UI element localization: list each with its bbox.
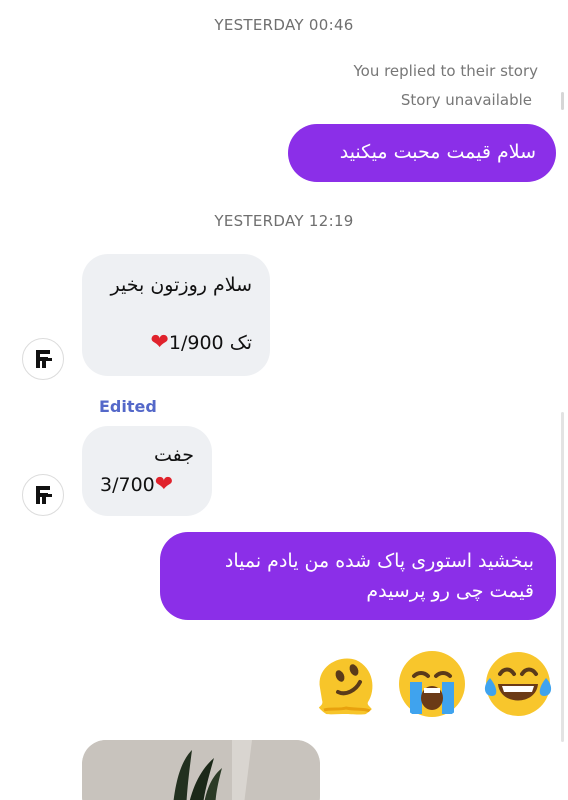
incoming-message[interactable]: جفت 3/700❤ [82,426,212,516]
message-text: جفت [153,444,194,466]
message-text: قیمت چی رو پرسیدم [366,580,534,602]
image-message[interactable] [82,740,320,800]
emoji-message[interactable] [310,648,554,720]
story-unavailable-label: Story unavailable [400,91,532,109]
edited-label: Edited [99,397,157,416]
message-text: ببخشید استوری پاک شده من یادم نمیاد [224,550,534,572]
scrollbar-top[interactable] [561,92,564,110]
message-text: سلام روزتون بخیر [110,274,252,296]
message-text: سلام قیمت محبت میکنید [339,141,536,163]
brand-logo-icon [36,350,52,368]
loudly-crying-face-icon [399,651,465,717]
face-with-tears-of-joy-icon [484,652,552,716]
incoming-message[interactable]: سلام روزتون بخیر تک 1/900❤ [82,254,270,376]
scrollbar[interactable] [561,412,564,742]
red-heart-icon: ❤ [150,330,169,355]
message-text: 3/700 [100,474,155,496]
melting-face-icon [318,658,373,715]
message-text: تک 1/900 [168,332,252,354]
message-price-line: 3/700❤ [100,470,194,500]
outgoing-message[interactable]: ببخشید استوری پاک شده من یادم نمیاد قیمت… [160,532,556,620]
timestamp: YESTERDAY 12:19 [214,212,354,230]
brand-logo-icon [36,486,52,504]
avatar[interactable] [22,338,64,380]
timestamp: YESTERDAY 00:46 [214,16,354,34]
avatar[interactable] [22,474,64,516]
plant-photo-image [82,740,320,800]
outgoing-message[interactable]: سلام قیمت محبت میکنید [288,124,556,182]
story-reply-note: You replied to their story [353,62,538,80]
message-price-line: تک 1/900❤ [100,328,252,358]
red-heart-icon: ❤ [154,472,174,497]
